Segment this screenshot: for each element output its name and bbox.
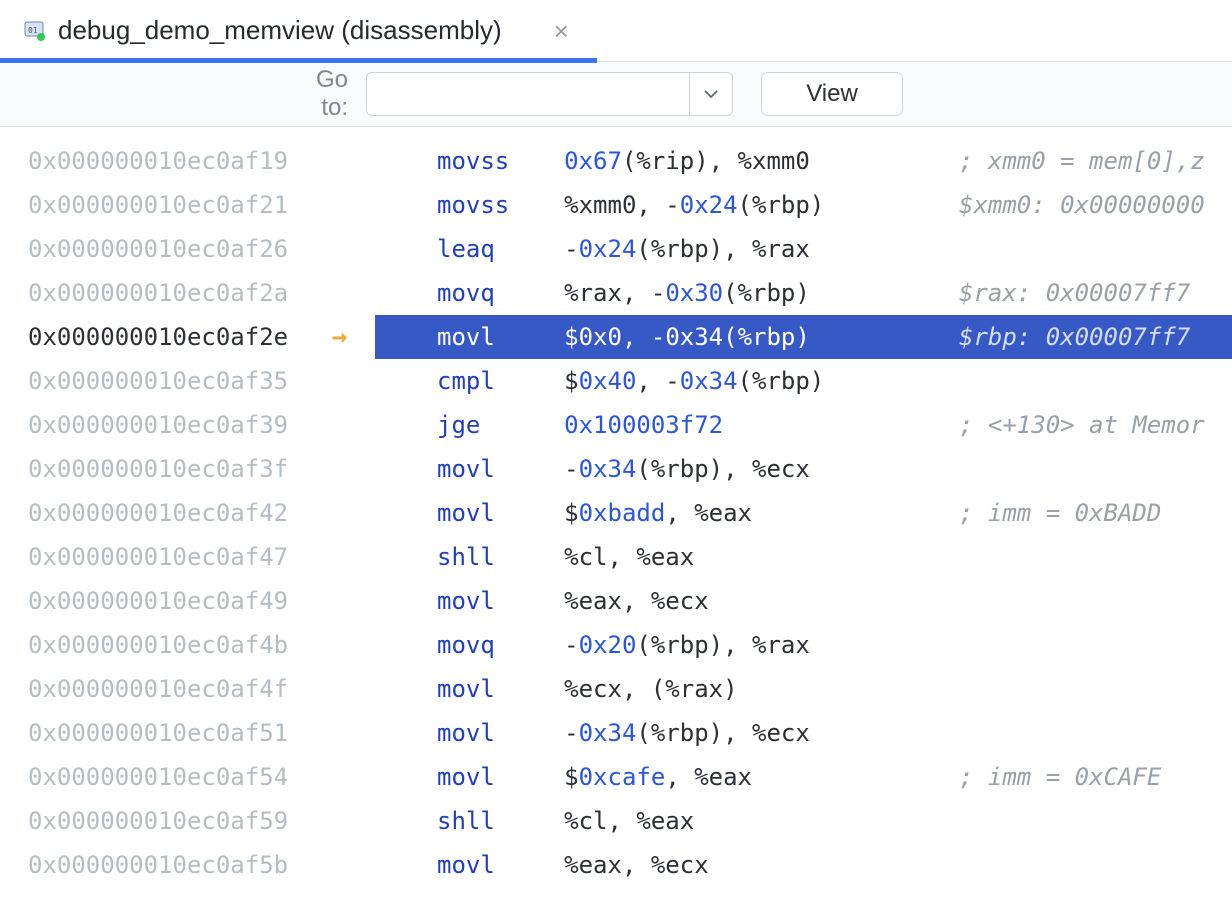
current-line-marker: [375, 315, 380, 359]
mnemonic: movl: [437, 455, 538, 483]
mnemonic: movl: [437, 323, 538, 351]
address-cell[interactable]: 0x000000010ec0af4b: [0, 623, 375, 667]
address-cell[interactable]: 0x000000010ec0af5b: [0, 843, 375, 887]
address-cell[interactable]: 0x000000010ec0af19: [0, 139, 375, 183]
address-gutter: 0x000000010ec0af190x000000010ec0af210x00…: [0, 127, 375, 900]
close-icon[interactable]: ×: [544, 14, 579, 48]
operands: -0x34(%rbp), %ecx: [564, 719, 810, 747]
address-cell[interactable]: 0x000000010ec0af47: [0, 535, 375, 579]
address-cell[interactable]: 0x000000010ec0af49: [0, 579, 375, 623]
address-cell[interactable]: 0x000000010ec0af2e→: [0, 315, 375, 359]
tab-disassembly[interactable]: 01 debug_demo_memview (disassembly) ×: [22, 0, 587, 62]
address-cell[interactable]: 0x000000010ec0af54: [0, 755, 375, 799]
mnemonic: movl: [437, 719, 538, 747]
mnemonic: movl: [437, 851, 538, 879]
instruction-row[interactable]: cmpl $0x40, -0x34(%rbp): [375, 359, 1232, 403]
instruction-row[interactable]: movl -0x34(%rbp), %ecx: [375, 447, 1232, 491]
operands: -0x24(%rbp), %rax: [564, 235, 810, 263]
operands: 0x67(%rip), %xmm0: [564, 147, 810, 175]
operands: %xmm0, -0x24(%rbp): [564, 191, 824, 219]
mnemonic: jge: [437, 411, 538, 439]
operands: $0xbadd, %eax: [564, 499, 752, 527]
instruction-comment: ; xmm0 = mem[0],z: [959, 139, 1205, 183]
tab-active-indicator: [0, 58, 597, 63]
operands: %eax, %ecx: [564, 851, 709, 879]
instruction-comment: ; <+130> at Memor: [959, 403, 1205, 447]
instruction-comment: $xmm0: 0x00000000: [959, 183, 1205, 227]
goto-combo: [366, 72, 733, 116]
address-cell[interactable]: 0x000000010ec0af26: [0, 227, 375, 271]
goto-label: Go to:: [284, 66, 366, 122]
mnemonic: movl: [437, 763, 538, 791]
instruction-comment: ; imm = 0xCAFE: [959, 755, 1161, 799]
instruction-comment: ; imm = 0xBADD: [959, 491, 1161, 535]
instruction-row[interactable]: movss %xmm0, -0x24(%rbp) $xmm0: 0x0000000…: [375, 183, 1232, 227]
address-cell[interactable]: 0x000000010ec0af42: [0, 491, 375, 535]
operands: $0xcafe, %eax: [564, 763, 752, 791]
disassembly-view: 0x000000010ec0af190x000000010ec0af210x00…: [0, 127, 1232, 900]
instruction-row[interactable]: leaq -0x24(%rbp), %rax: [375, 227, 1232, 271]
operands: %cl, %eax: [564, 807, 694, 835]
mnemonic: movl: [437, 587, 538, 615]
operands: %cl, %eax: [564, 543, 694, 571]
instruction-row[interactable]: movl %eax, %ecx: [375, 579, 1232, 623]
mnemonic: movq: [437, 631, 538, 659]
instruction-row[interactable]: jge 0x100003f72 ; <+130> at Memor: [375, 403, 1232, 447]
instruction-row[interactable]: movl -0x34(%rbp), %ecx: [375, 711, 1232, 755]
mnemonic: movl: [437, 499, 538, 527]
instruction-row[interactable]: shll %cl, %eax: [375, 535, 1232, 579]
instruction-row[interactable]: movl $0xcafe, %eax ; imm = 0xCAFE: [375, 755, 1232, 799]
operands: %ecx, (%rax): [564, 675, 737, 703]
mnemonic: shll: [437, 543, 538, 571]
address-cell[interactable]: 0x000000010ec0af51: [0, 711, 375, 755]
mnemonic: movq: [437, 279, 538, 307]
instruction-row[interactable]: movl %ecx, (%rax): [375, 667, 1232, 711]
instruction-pane[interactable]: movss 0x67(%rip), %xmm0 ; xmm0 = mem[0],z…: [375, 127, 1232, 900]
instruction-row[interactable]: movl $0xbadd, %eax ; imm = 0xBADD: [375, 491, 1232, 535]
instruction-row[interactable]: movss 0x67(%rip), %xmm0 ; xmm0 = mem[0],z: [375, 139, 1232, 183]
instruction-comment: $rbp: 0x00007ff7: [959, 315, 1190, 359]
operands: -0x34(%rbp), %ecx: [564, 455, 810, 483]
mnemonic: movss: [437, 147, 538, 175]
svg-text:01: 01: [28, 26, 38, 35]
address-cell[interactable]: 0x000000010ec0af59: [0, 799, 375, 843]
mnemonic: movl: [437, 675, 538, 703]
instruction-row[interactable]: movq -0x20(%rbp), %rax: [375, 623, 1232, 667]
address-cell[interactable]: 0x000000010ec0af39: [0, 403, 375, 447]
mnemonic: shll: [437, 807, 538, 835]
chevron-down-icon: [704, 89, 718, 99]
mnemonic: leaq: [437, 235, 538, 263]
operands: %rax, -0x30(%rbp): [564, 279, 810, 307]
operands: 0x100003f72: [564, 411, 723, 439]
current-line-arrow-icon: →: [331, 322, 347, 352]
goto-dropdown-button[interactable]: [689, 72, 733, 116]
address-cell[interactable]: 0x000000010ec0af2a: [0, 271, 375, 315]
mnemonic: movss: [437, 191, 538, 219]
operands: -0x20(%rbp), %rax: [564, 631, 810, 659]
view-button[interactable]: View: [761, 72, 903, 116]
goto-input[interactable]: [366, 72, 689, 116]
mnemonic: cmpl: [437, 367, 538, 395]
tab-title: debug_demo_memview (disassembly): [58, 15, 502, 46]
address-cell[interactable]: 0x000000010ec0af21: [0, 183, 375, 227]
instruction-row[interactable]: shll %cl, %eax: [375, 799, 1232, 843]
disassembly-toolbar: Go to: View: [0, 62, 1232, 127]
address-cell[interactable]: 0x000000010ec0af4f: [0, 667, 375, 711]
operands: $0x40, -0x34(%rbp): [564, 367, 824, 395]
instruction-row[interactable]: movl $0x0, -0x34(%rbp) $rbp: 0x00007ff7: [375, 315, 1232, 359]
operands: %eax, %ecx: [564, 587, 709, 615]
binary-file-icon: 01: [22, 19, 46, 43]
instruction-row[interactable]: movq %rax, -0x30(%rbp) $rax: 0x00007ff7: [375, 271, 1232, 315]
address-cell[interactable]: 0x000000010ec0af35: [0, 359, 375, 403]
operands: $0x0, -0x34(%rbp): [564, 323, 810, 351]
tab-bar: 01 debug_demo_memview (disassembly) ×: [0, 0, 1232, 62]
address-cell[interactable]: 0x000000010ec0af3f: [0, 447, 375, 491]
instruction-comment: $rax: 0x00007ff7: [959, 271, 1190, 315]
instruction-row[interactable]: movl %eax, %ecx: [375, 843, 1232, 887]
